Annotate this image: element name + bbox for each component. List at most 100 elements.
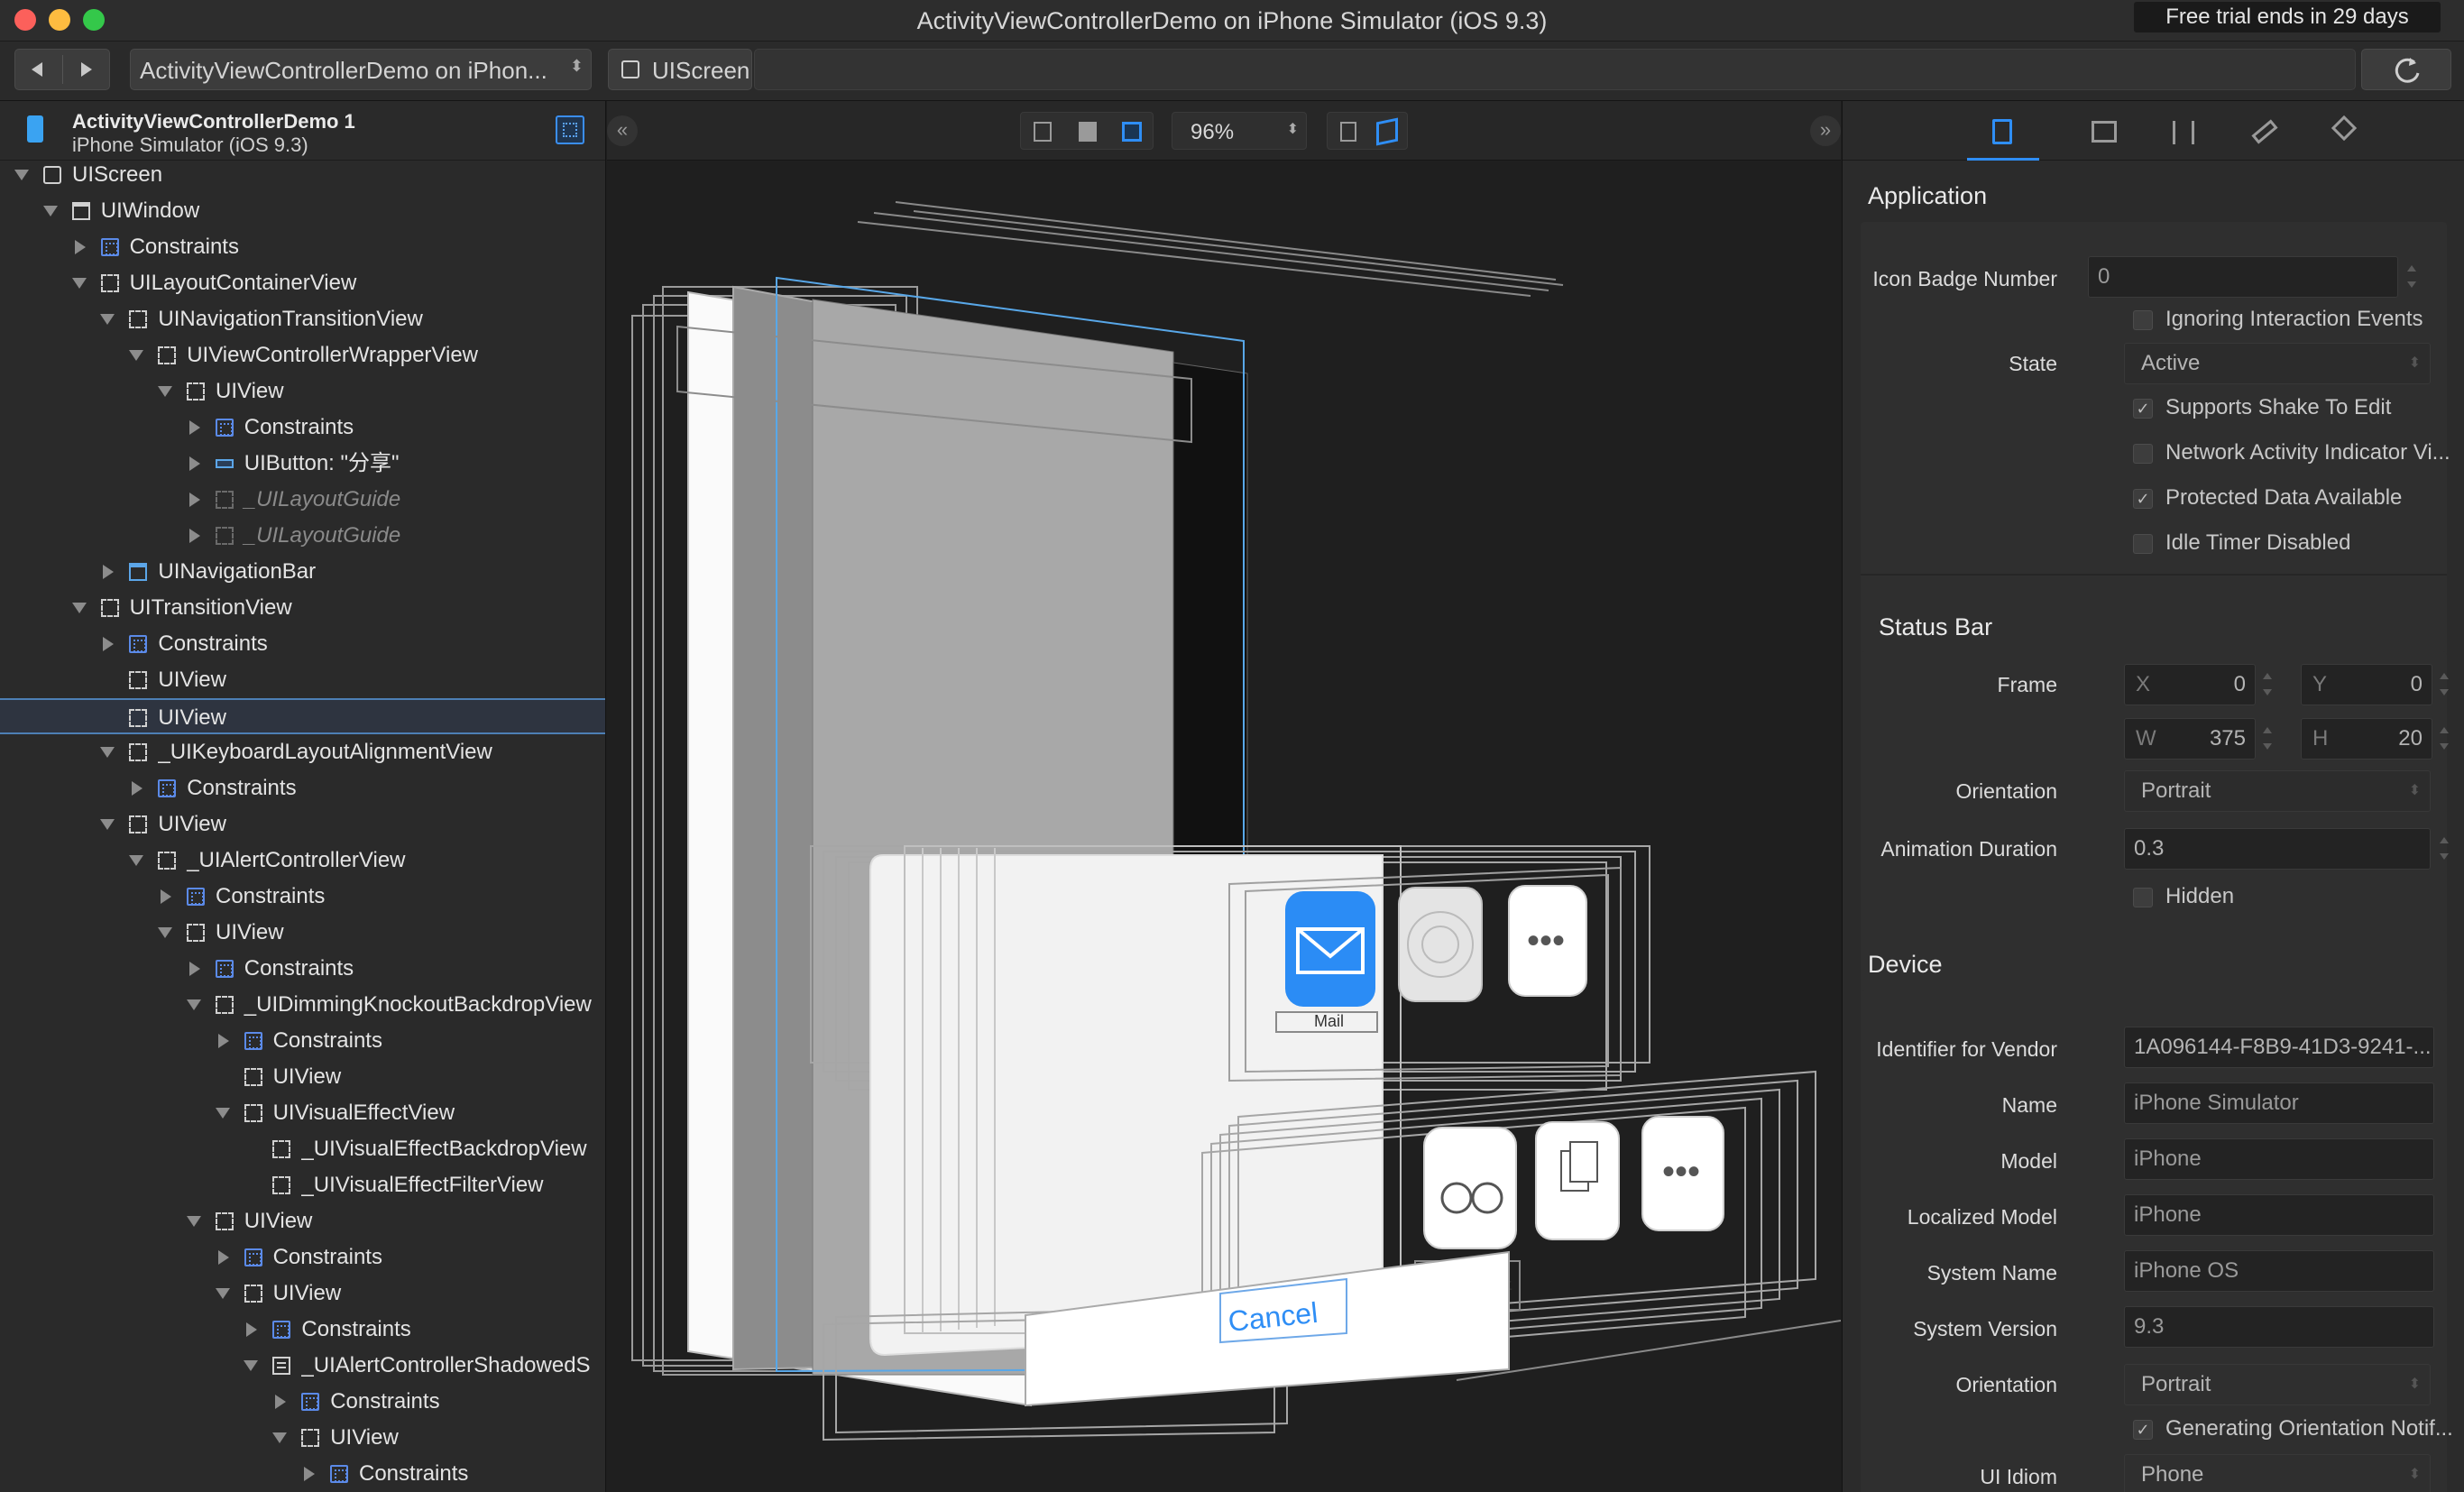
tree-row[interactable]: Constraints [0,879,605,915]
icon-badge-field[interactable]: 0 [2088,256,2398,298]
tree-row[interactable]: Constraints [0,1384,605,1420]
tree-row[interactable]: UIView [0,698,605,734]
disclosure-closed-icon[interactable] [188,456,200,471]
animation-field[interactable]: 0.3 [2124,828,2431,870]
combined-mode-icon[interactable] [1122,122,1142,142]
tree-row[interactable]: Constraints [0,410,605,446]
disclosure-closed-icon[interactable] [217,1250,229,1265]
tree-row[interactable]: _UIKeyboardLayoutAlignmentView [0,734,605,770]
tree-row[interactable]: UIViewControllerWrapperView [0,337,605,373]
zoom-select[interactable]: 96% ⬍ [1172,112,1307,150]
tree-row[interactable]: Constraints [0,1023,605,1059]
tree-row[interactable]: _UIAlertControllerShadowedS [0,1348,605,1384]
content-mode-icon[interactable] [1079,122,1097,142]
disclosure-open-icon[interactable] [215,1288,230,1299]
tree-row[interactable]: Constraints [0,1239,605,1276]
breadcrumb[interactable]: UIScreen [608,49,752,90]
disclosure-open-icon[interactable] [42,206,58,216]
collapse-left-button[interactable]: « [607,115,638,146]
2d-mode-icon[interactable] [1340,122,1356,142]
tree-row[interactable]: Constraints [0,229,605,265]
animation-stepper[interactable] [2436,828,2452,870]
disclosure-closed-icon[interactable] [74,240,86,254]
tree-row[interactable]: _UILayoutGuide [0,482,605,518]
disclosure-open-icon[interactable] [14,170,29,180]
system-name-field[interactable]: iPhone OS [2124,1250,2434,1292]
wireframe-mode-icon[interactable] [1034,122,1052,142]
tab-file[interactable] [1967,101,2039,161]
frame-y-stepper[interactable] [2436,664,2452,705]
frame-x-field[interactable]: X0 [2124,664,2256,705]
back-icon[interactable] [15,50,62,89]
tree-row[interactable]: UIScreen [0,157,605,193]
disclosure-open-icon[interactable] [272,1432,288,1443]
model-field[interactable]: iPhone [2124,1138,2434,1180]
frame-h-stepper[interactable] [2436,718,2452,760]
tree-row[interactable]: Constraints [0,626,605,662]
tree-row[interactable]: Constraints [0,951,605,987]
disclosure-open-icon[interactable] [244,1360,259,1371]
tree-row[interactable]: _UIAlertControllerView [0,843,605,879]
disclosure-closed-icon[interactable] [217,1034,229,1048]
disclosure-open-icon[interactable] [100,747,115,758]
tree-row[interactable]: UIView [0,915,605,951]
tree-row[interactable]: UIView [0,1203,605,1239]
frame-y-field[interactable]: Y0 [2301,664,2432,705]
icon-badge-stepper[interactable] [2404,256,2420,298]
state-popup[interactable]: Active [2124,343,2431,384]
disclosure-open-icon[interactable] [158,386,172,397]
3d-mode-icon[interactable] [1376,117,1398,146]
tree-row[interactable]: UIView [0,662,605,698]
disclosure-closed-icon[interactable] [103,637,115,651]
tree-row[interactable]: UIView [0,1420,605,1456]
frame-h-field[interactable]: H 20 [2301,718,2432,760]
tree-row[interactable]: UIButton: "分享" [0,446,605,482]
disclosure-closed-icon[interactable] [103,565,115,579]
device-orientation-popup[interactable]: Portrait [2124,1364,2431,1405]
idiom-popup[interactable]: Phone [2124,1454,2431,1492]
disclosure-open-icon[interactable] [215,1108,230,1119]
tree-row[interactable]: UIView [0,373,605,410]
disclosure-closed-icon[interactable] [275,1395,287,1409]
disclosure-closed-icon[interactable] [188,420,200,435]
tree-row[interactable]: UIVisualEffectView [0,1095,605,1131]
system-version-field[interactable]: 9.3 [2124,1306,2434,1348]
tree-row[interactable]: UIView [0,806,605,843]
localized-model-field[interactable]: iPhone [2124,1194,2434,1236]
tab-layers[interactable] [2308,101,2380,161]
tree-row[interactable]: UINavigationTransitionView [0,301,605,337]
tree-row[interactable]: UILayoutContainerView [0,265,605,301]
tree-row[interactable]: UIView [0,1059,605,1095]
disclosure-open-icon[interactable] [186,999,201,1010]
name-field[interactable]: iPhone Simulator [2124,1082,2434,1124]
tab-attributes[interactable] [2147,101,2220,161]
refresh-button[interactable] [2361,49,2451,90]
tree-row[interactable]: UITransitionView [0,590,605,626]
disclosure-closed-icon[interactable] [246,1322,258,1337]
frame-x-stepper[interactable] [2259,664,2276,705]
tree-row[interactable]: Constraints [0,1456,605,1492]
vendor-field[interactable]: 1A096144-F8B9-41D3-9241-... [2124,1027,2434,1068]
3d-canvas[interactable]: « 96% ⬍ » Mail ••• ••• Cancel [607,101,1841,1492]
tree-row[interactable]: UIWindow [0,193,605,229]
disclosure-closed-icon[interactable] [161,889,171,904]
disclosure-open-icon[interactable] [71,278,87,289]
focus-toggle-button[interactable] [556,115,584,144]
frame-w-field[interactable]: W 375 [2124,718,2256,760]
tab-layout[interactable] [2068,101,2140,161]
tree-row[interactable]: _UIVisualEffectFilterView [0,1167,605,1203]
tree-row[interactable]: UINavigationBar [0,554,605,590]
target-selector[interactable]: ActivityViewControllerDemo on iPhon... ⬍ [130,49,592,90]
frame-w-stepper[interactable] [2259,718,2276,760]
collapse-right-button[interactable]: » [1810,115,1841,146]
tree-row[interactable]: _UILayoutGuide [0,518,605,554]
forward-icon[interactable] [63,50,110,89]
disclosure-open-icon[interactable] [100,314,115,325]
disclosure-closed-icon[interactable] [188,529,200,543]
disclosure-open-icon[interactable] [71,603,87,613]
disclosure-closed-icon[interactable] [188,493,200,507]
tab-size[interactable] [2227,101,2299,161]
disclosure-open-icon[interactable] [158,927,172,938]
disclosure-open-icon[interactable] [129,350,144,361]
disclosure-open-icon[interactable] [129,855,144,866]
